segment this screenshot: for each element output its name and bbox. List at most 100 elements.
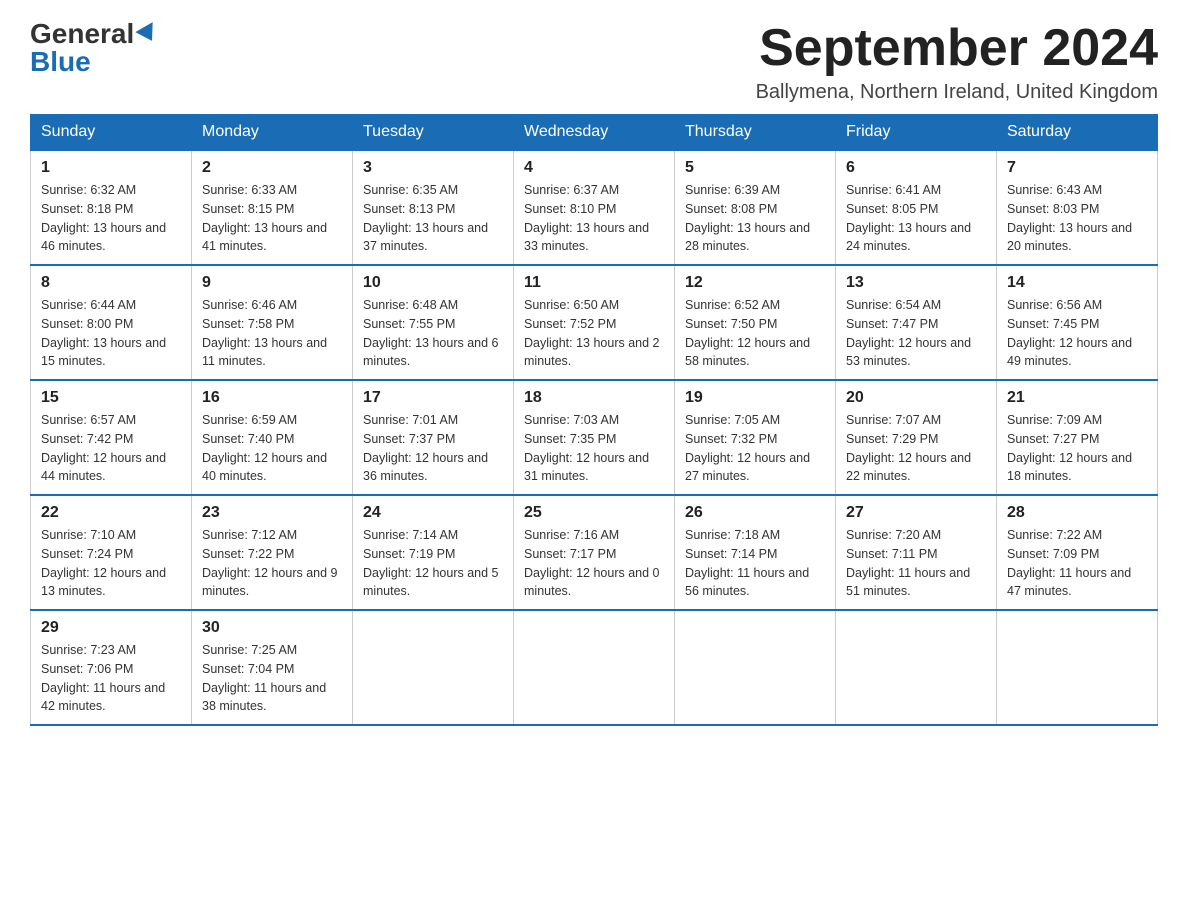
day-number: 11 xyxy=(524,274,664,292)
col-header-monday: Monday xyxy=(192,115,353,151)
col-header-sunday: Sunday xyxy=(31,115,192,151)
day-number: 18 xyxy=(524,389,664,407)
day-number: 14 xyxy=(1007,274,1147,292)
day-number: 2 xyxy=(202,159,342,177)
calendar-cell: 4 Sunrise: 6:37 AMSunset: 8:10 PMDaylight… xyxy=(514,150,675,265)
day-number: 21 xyxy=(1007,389,1147,407)
day-info: Sunrise: 6:37 AMSunset: 8:10 PMDaylight:… xyxy=(524,181,664,256)
calendar-cell: 19 Sunrise: 7:05 AMSunset: 7:32 PMDayligh… xyxy=(675,380,836,495)
day-info: Sunrise: 7:09 AMSunset: 7:27 PMDaylight:… xyxy=(1007,411,1147,486)
day-number: 17 xyxy=(363,389,503,407)
calendar-cell: 30Sunrise: 7:25 AMSunset: 7:04 PMDayligh… xyxy=(192,610,353,725)
calendar-week-row: 22 Sunrise: 7:10 AMSunset: 7:24 PMDayligh… xyxy=(31,495,1158,610)
day-number: 23 xyxy=(202,504,342,522)
day-number: 27 xyxy=(846,504,986,522)
day-info: Sunrise: 6:50 AMSunset: 7:52 PMDaylight:… xyxy=(524,296,664,371)
calendar-cell: 10Sunrise: 6:48 AMSunset: 7:55 PMDayligh… xyxy=(353,265,514,380)
day-info: Sunrise: 6:35 AMSunset: 8:13 PMDaylight:… xyxy=(363,181,503,256)
day-number: 29 xyxy=(41,619,181,637)
day-info: Sunrise: 7:22 AMSunset: 7:09 PMDaylight:… xyxy=(1007,526,1147,601)
calendar-cell xyxy=(675,610,836,725)
day-info: Sunrise: 6:57 AMSunset: 7:42 PMDaylight:… xyxy=(41,411,181,486)
day-info: Sunrise: 6:39 AMSunset: 8:08 PMDaylight:… xyxy=(685,181,825,256)
calendar-cell: 18 Sunrise: 7:03 AMSunset: 7:35 PMDayligh… xyxy=(514,380,675,495)
calendar-cell: 6Sunrise: 6:41 AMSunset: 8:05 PMDaylight… xyxy=(836,150,997,265)
day-info: Sunrise: 6:41 AMSunset: 8:05 PMDaylight:… xyxy=(846,181,986,256)
day-info: Sunrise: 7:07 AMSunset: 7:29 PMDaylight:… xyxy=(846,411,986,486)
logo: General Blue xyxy=(30,20,158,76)
day-info: Sunrise: 6:59 AMSunset: 7:40 PMDaylight:… xyxy=(202,411,342,486)
day-number: 10 xyxy=(363,274,503,292)
logo-general-text: General xyxy=(30,20,134,48)
day-number: 13 xyxy=(846,274,986,292)
day-number: 12 xyxy=(685,274,825,292)
month-title: September 2024 xyxy=(756,20,1158,77)
day-number: 7 xyxy=(1007,159,1147,177)
calendar-week-row: 8Sunrise: 6:44 AMSunset: 8:00 PMDaylight… xyxy=(31,265,1158,380)
col-header-tuesday: Tuesday xyxy=(353,115,514,151)
day-info: Sunrise: 7:20 AMSunset: 7:11 PMDaylight:… xyxy=(846,526,986,601)
day-number: 22 xyxy=(41,504,181,522)
day-info: Sunrise: 7:18 AMSunset: 7:14 PMDaylight:… xyxy=(685,526,825,601)
title-area: September 2024 Ballymena, Northern Irela… xyxy=(756,20,1158,104)
day-number: 9 xyxy=(202,274,342,292)
calendar-cell xyxy=(836,610,997,725)
location-subtitle: Ballymena, Northern Ireland, United King… xyxy=(756,81,1158,104)
day-info: Sunrise: 6:43 AMSunset: 8:03 PMDaylight:… xyxy=(1007,181,1147,256)
calendar-cell: 3Sunrise: 6:35 AMSunset: 8:13 PMDaylight… xyxy=(353,150,514,265)
day-info: Sunrise: 7:10 AMSunset: 7:24 PMDaylight:… xyxy=(41,526,181,601)
calendar-cell: 24 Sunrise: 7:14 AMSunset: 7:19 PMDayligh… xyxy=(353,495,514,610)
calendar-cell xyxy=(353,610,514,725)
day-number: 26 xyxy=(685,504,825,522)
calendar-cell: 5 Sunrise: 6:39 AMSunset: 8:08 PMDaylight… xyxy=(675,150,836,265)
calendar-cell: 17 Sunrise: 7:01 AMSunset: 7:37 PMDayligh… xyxy=(353,380,514,495)
day-number: 1 xyxy=(41,159,181,177)
day-info: Sunrise: 6:46 AMSunset: 7:58 PMDaylight:… xyxy=(202,296,342,371)
calendar-cell: 28Sunrise: 7:22 AMSunset: 7:09 PMDayligh… xyxy=(997,495,1158,610)
day-info: Sunrise: 6:44 AMSunset: 8:00 PMDaylight:… xyxy=(41,296,181,371)
day-info: Sunrise: 6:56 AMSunset: 7:45 PMDaylight:… xyxy=(1007,296,1147,371)
col-header-friday: Friday xyxy=(836,115,997,151)
day-number: 24 xyxy=(363,504,503,522)
logo-triangle-icon xyxy=(136,22,161,46)
day-info: Sunrise: 7:01 AMSunset: 7:37 PMDaylight:… xyxy=(363,411,503,486)
calendar-cell: 27 Sunrise: 7:20 AMSunset: 7:11 PMDayligh… xyxy=(836,495,997,610)
calendar-cell: 15 Sunrise: 6:57 AMSunset: 7:42 PMDayligh… xyxy=(31,380,192,495)
day-info: Sunrise: 7:05 AMSunset: 7:32 PMDaylight:… xyxy=(685,411,825,486)
day-info: Sunrise: 7:16 AMSunset: 7:17 PMDaylight:… xyxy=(524,526,664,601)
calendar-table: SundayMondayTuesdayWednesdayThursdayFrid… xyxy=(30,114,1158,726)
calendar-cell: 16 Sunrise: 6:59 AMSunset: 7:40 PMDayligh… xyxy=(192,380,353,495)
calendar-cell xyxy=(997,610,1158,725)
logo-blue-text: Blue xyxy=(30,48,91,76)
calendar-cell: 20 Sunrise: 7:07 AMSunset: 7:29 PMDayligh… xyxy=(836,380,997,495)
day-info: Sunrise: 7:12 AMSunset: 7:22 PMDaylight:… xyxy=(202,526,342,601)
day-info: Sunrise: 6:32 AMSunset: 8:18 PMDaylight:… xyxy=(41,181,181,256)
calendar-cell: 13 Sunrise: 6:54 AMSunset: 7:47 PMDayligh… xyxy=(836,265,997,380)
day-number: 15 xyxy=(41,389,181,407)
calendar-cell: 1 Sunrise: 6:32 AMSunset: 8:18 PMDaylight… xyxy=(31,150,192,265)
calendar-cell xyxy=(514,610,675,725)
calendar-week-row: 1 Sunrise: 6:32 AMSunset: 8:18 PMDaylight… xyxy=(31,150,1158,265)
day-info: Sunrise: 7:03 AMSunset: 7:35 PMDaylight:… xyxy=(524,411,664,486)
day-info: Sunrise: 7:23 AMSunset: 7:06 PMDaylight:… xyxy=(41,641,181,716)
day-number: 20 xyxy=(846,389,986,407)
calendar-cell: 23 Sunrise: 7:12 AMSunset: 7:22 PMDayligh… xyxy=(192,495,353,610)
day-number: 25 xyxy=(524,504,664,522)
calendar-cell: 7 Sunrise: 6:43 AMSunset: 8:03 PMDaylight… xyxy=(997,150,1158,265)
calendar-cell: 12Sunrise: 6:52 AMSunset: 7:50 PMDayligh… xyxy=(675,265,836,380)
calendar-header-row: SundayMondayTuesdayWednesdayThursdayFrid… xyxy=(31,115,1158,151)
calendar-cell: 29 Sunrise: 7:23 AMSunset: 7:06 PMDayligh… xyxy=(31,610,192,725)
col-header-saturday: Saturday xyxy=(997,115,1158,151)
day-number: 19 xyxy=(685,389,825,407)
day-info: Sunrise: 7:14 AMSunset: 7:19 PMDaylight:… xyxy=(363,526,503,601)
day-number: 4 xyxy=(524,159,664,177)
calendar-cell: 26 Sunrise: 7:18 AMSunset: 7:14 PMDayligh… xyxy=(675,495,836,610)
day-number: 16 xyxy=(202,389,342,407)
calendar-week-row: 15 Sunrise: 6:57 AMSunset: 7:42 PMDayligh… xyxy=(31,380,1158,495)
calendar-cell: 8Sunrise: 6:44 AMSunset: 8:00 PMDaylight… xyxy=(31,265,192,380)
col-header-wednesday: Wednesday xyxy=(514,115,675,151)
day-number: 5 xyxy=(685,159,825,177)
calendar-cell: 21 Sunrise: 7:09 AMSunset: 7:27 PMDayligh… xyxy=(997,380,1158,495)
col-header-thursday: Thursday xyxy=(675,115,836,151)
day-info: Sunrise: 6:54 AMSunset: 7:47 PMDaylight:… xyxy=(846,296,986,371)
